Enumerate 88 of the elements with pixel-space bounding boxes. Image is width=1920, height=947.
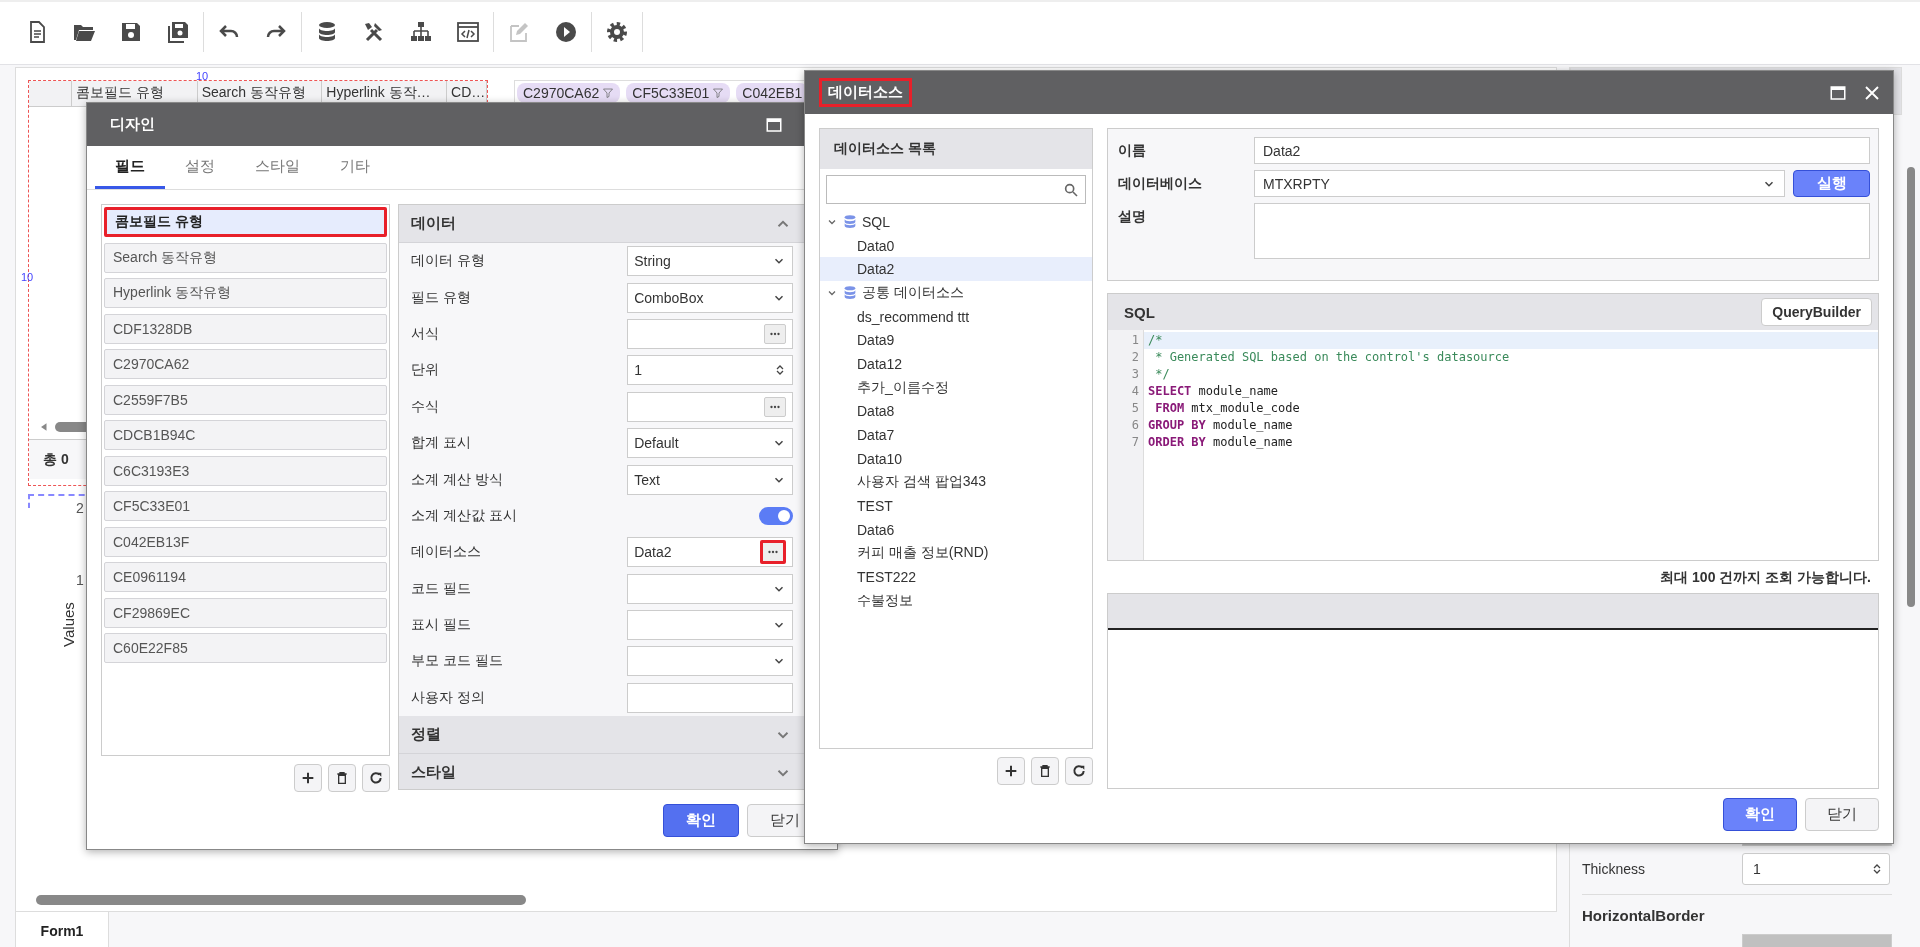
code-line: */ [1154,366,1171,383]
tree-item[interactable]: Data6 [820,517,1092,542]
limit-note: 최대 100 건까지 조회 가능합니다. [1659,568,1872,587]
ruler-mark: 10 [21,271,34,283]
tree-item[interactable]: TEST [820,494,1092,518]
field-label: 코드 필드 [411,579,473,598]
input-field[interactable]: Data2 [1254,137,1870,164]
tab[interactable]: 기타 [320,146,390,189]
field-label: 데이터베이스 [1118,174,1203,193]
tick-label: 2 [76,500,84,516]
field-item[interactable]: C2559F7B5 [104,384,388,415]
field-item[interactable]: C042EB13F [104,526,388,557]
field-item[interactable]: 콤보필드 유형 [104,207,388,237]
line-number: 1 [1130,332,1140,349]
tree-item[interactable]: 공통 데이터소스 [862,283,964,302]
tree-item[interactable]: TEST222 [820,565,1092,589]
code-line: GROUP BY module_name [1147,417,1294,434]
dialog-title: 디자인 [109,114,156,134]
field-label: 사용자 정의 [411,688,487,707]
tab[interactable]: 필드 [95,146,165,189]
filter-chip[interactable]: C2970CA62 [517,83,621,103]
filter-chip[interactable]: CF5C33E01 [626,83,731,103]
number-field[interactable]: 1 [627,355,794,386]
field-label: 부모 코드 필드 [411,652,504,671]
field-item[interactable]: C60E22F85 [104,633,388,663]
panel-title: 데이터소스 목록 [820,129,1092,169]
close-button[interactable]: 닫기 [1805,798,1879,831]
tree-item[interactable]: Data2 [820,257,1092,282]
line-number: 7 [1130,434,1140,451]
field-item[interactable]: C2970CA62 [104,349,388,379]
tree-item[interactable]: 사용자 검색 팝업343 [820,470,1092,495]
section-title: HorizontalBorder [1582,894,1892,930]
dropdown[interactable]: Default [627,428,794,459]
field-item[interactable]: CDCB1B94C [104,420,388,450]
dropdown[interactable]: Text [627,464,794,495]
tab[interactable]: 설정 [165,146,235,189]
field-label: 서식 [411,324,441,343]
tree-item[interactable]: 커피 매출 정보(RND) [820,541,1092,566]
line-number: 4 [1130,383,1140,400]
tree-item[interactable]: 추가_이름수정 [820,375,1092,400]
field-item[interactable]: CF5C33E01 [104,491,388,521]
tree-item[interactable]: Data10 [820,446,1092,471]
code-line: ORDER BY module_name [1147,434,1294,451]
line-number: 2 [1130,349,1140,366]
dropdown[interactable]: ComboBox [627,282,794,313]
tree-item[interactable]: 수불정보 [820,589,1092,613]
input-field[interactable]: Data2 [627,537,794,568]
field-item[interactable]: CE0961194 [104,562,388,592]
field-item[interactable]: Hyperlink 동작유형 [104,278,388,308]
dropdown[interactable]: String [627,246,794,277]
dialog-title: 데이터소스 [819,78,912,107]
number-field[interactable]: 1 [1742,853,1890,885]
axis-label: Values [59,602,77,647]
field-label: 설명 [1118,207,1147,226]
code-editor[interactable]: 1 2 3 4 5 6 7 /* * Generated SQL based on the control's datasource */ SELECT module_name FROM mtx_module_code GROUP BY module_name ORDER BY module_name [1108,330,1878,560]
form-tab[interactable]: Form1 [15,912,109,947]
field-label: 데이터 유형 [411,252,487,271]
field-item[interactable]: Search 동작유형 [104,242,388,273]
tick-label: 1 [76,572,84,588]
line-number: 6 [1130,417,1140,434]
tree-item[interactable]: ds_recommend ttt [820,304,1092,329]
field-item[interactable]: CDF1328DB [104,313,388,344]
field-label: 필드 유형 [411,288,473,307]
code-line: SELECT module_name [1147,383,1280,400]
line-number: 3 [1130,366,1140,383]
dropdown[interactable]: MTXRPTY [1254,170,1785,197]
tree-item[interactable]: Data7 [820,423,1092,447]
field-label: 표시 필드 [411,616,473,635]
field-item[interactable]: C6C3193E3 [104,455,388,486]
ruler-mark: 10 [196,70,209,82]
code-line: * Generated SQL based on the control's datasource [1154,349,1511,366]
tree-item[interactable]: Data9 [820,328,1092,353]
line-number: 5 [1130,400,1140,417]
code-line: FROM mtx_module_code [1154,400,1301,417]
field-label: 이름 [1118,141,1147,160]
field-label: 데이터소스 [411,543,483,562]
tree-item[interactable]: SQL [862,213,890,230]
field-label: 수식 [411,397,441,416]
field-label: 소계 계산값 표시 [411,506,518,525]
field-item[interactable]: CF29869EC [104,597,388,628]
query-builder-button[interactable]: QueryBuilder [1761,298,1872,326]
tree-item[interactable]: Data12 [820,352,1092,376]
confirm-button[interactable]: 확인 [663,804,739,837]
tree-item[interactable]: Data8 [820,399,1092,424]
field-label: 단위 [411,361,441,380]
tab[interactable]: 스타일 [235,146,320,189]
field-label: Thickness [1582,861,1647,877]
panel-title: SQL [1124,303,1155,321]
